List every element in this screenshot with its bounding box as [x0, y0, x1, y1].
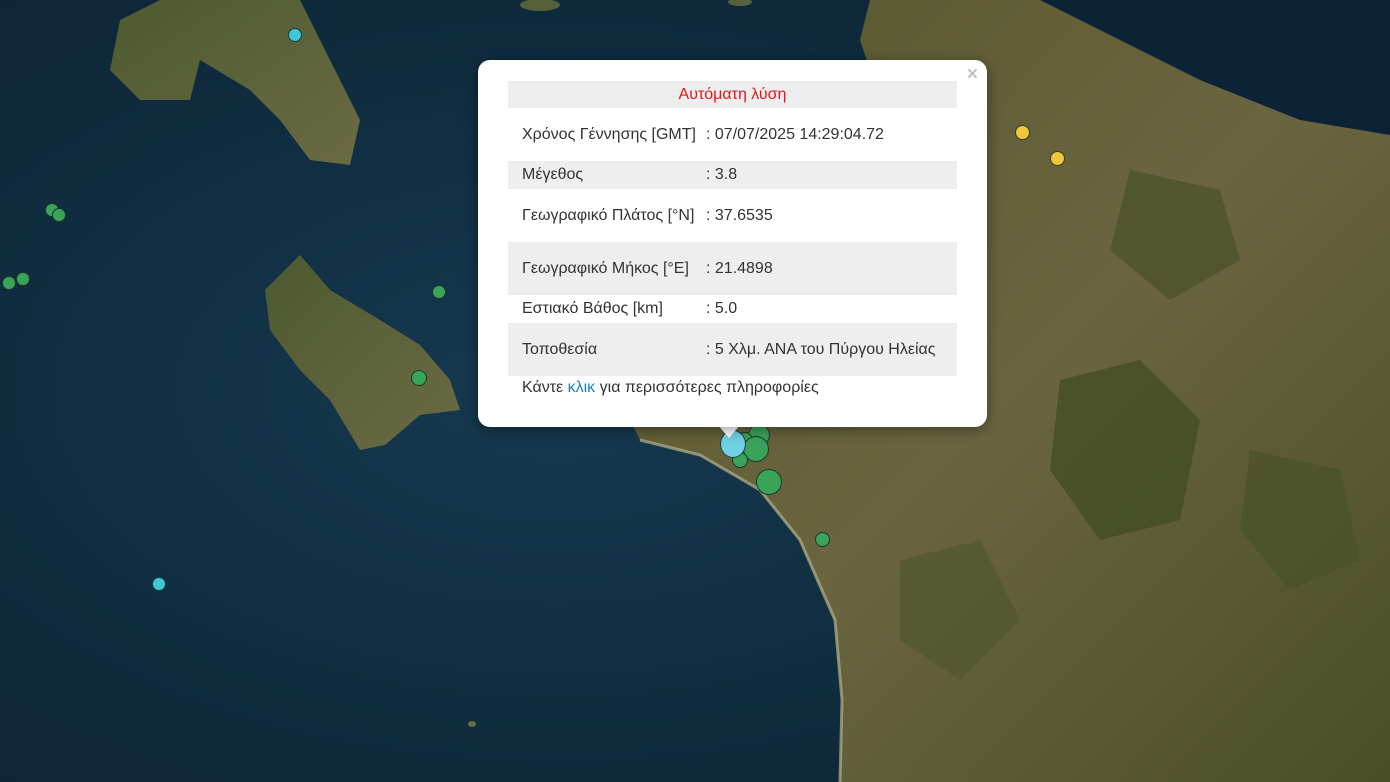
earthquake-marker-cyan[interactable] [288, 28, 302, 42]
table-row-longitude: Γεωγραφικό Μήκος [°E] : 21.4898 [508, 242, 957, 295]
earthquake-marker-green[interactable] [16, 272, 30, 286]
earthquake-marker-green[interactable] [52, 208, 66, 222]
earthquake-marker-green[interactable] [756, 469, 782, 495]
more-info-suffix: για περισσότερες πληροφορίες [595, 379, 819, 396]
row-value: : 07/07/2025 14:29:04.72 [706, 125, 884, 143]
earthquake-marker-yellow[interactable] [1015, 125, 1030, 140]
popup-title: Αυτόματη λύση [508, 81, 957, 108]
row-label: Εστιακό Βάθος [km] [522, 300, 663, 317]
row-value: : 3.8 [706, 161, 957, 189]
row-label: Χρόνος Γέννησης [GMT] [522, 125, 696, 143]
earthquake-marker-yellow[interactable] [1050, 151, 1065, 166]
earthquake-details-table: Αυτόματη λύση Χρόνος Γέννησης [GMT] : 07… [508, 81, 957, 376]
row-value: : 21.4898 [706, 242, 957, 295]
table-row-origin-time: Χρόνος Γέννησης [GMT] : 07/07/2025 14:29… [508, 108, 957, 161]
row-value: : 37.6535 [706, 206, 773, 224]
table-row-magnitude: Μέγεθος : 3.8 [508, 161, 957, 189]
earthquake-popup: × Αυτόματη λύση Χρόνος Γέννησης [GMT] : … [478, 60, 987, 427]
more-info-prefix: Κάντε [522, 379, 568, 396]
row-label: Μέγεθος [508, 161, 706, 189]
more-info-text: Κάντε κλικ για περισσότερες πληροφορίες [522, 379, 819, 397]
table-row-depth: Εστιακό Βάθος [km] : 5.0 [508, 295, 957, 323]
row-value: : 5 Χλμ. ΑΝΑ του Πύργου Ηλείας [706, 323, 957, 376]
table-row-location: Τοποθεσία : 5 Χλμ. ΑΝΑ του Πύργου Ηλείας [508, 323, 957, 376]
earthquake-marker-cyan[interactable] [152, 577, 166, 591]
earthquake-marker-green[interactable] [432, 285, 446, 299]
earthquake-marker-green[interactable] [815, 532, 830, 547]
close-icon[interactable]: × [967, 65, 978, 85]
map-canvas[interactable]: × Αυτόματη λύση Χρόνος Γέννησης [GMT] : … [0, 0, 1390, 782]
row-label: Τοποθεσία [508, 323, 706, 376]
row-label: Γεωγραφικό Μήκος [°E] [508, 242, 706, 295]
more-info-link[interactable]: κλικ [568, 379, 596, 396]
row-value: : 5.0 [706, 300, 738, 317]
earthquake-marker-green[interactable] [411, 370, 427, 386]
row-label: Γεωγραφικό Πλάτος [°N] [522, 206, 695, 224]
table-row-latitude: Γεωγραφικό Πλάτος [°N] : 37.6535 [508, 189, 957, 242]
earthquake-marker-green[interactable] [2, 276, 16, 290]
popup-title-row: Αυτόματη λύση [508, 81, 957, 108]
